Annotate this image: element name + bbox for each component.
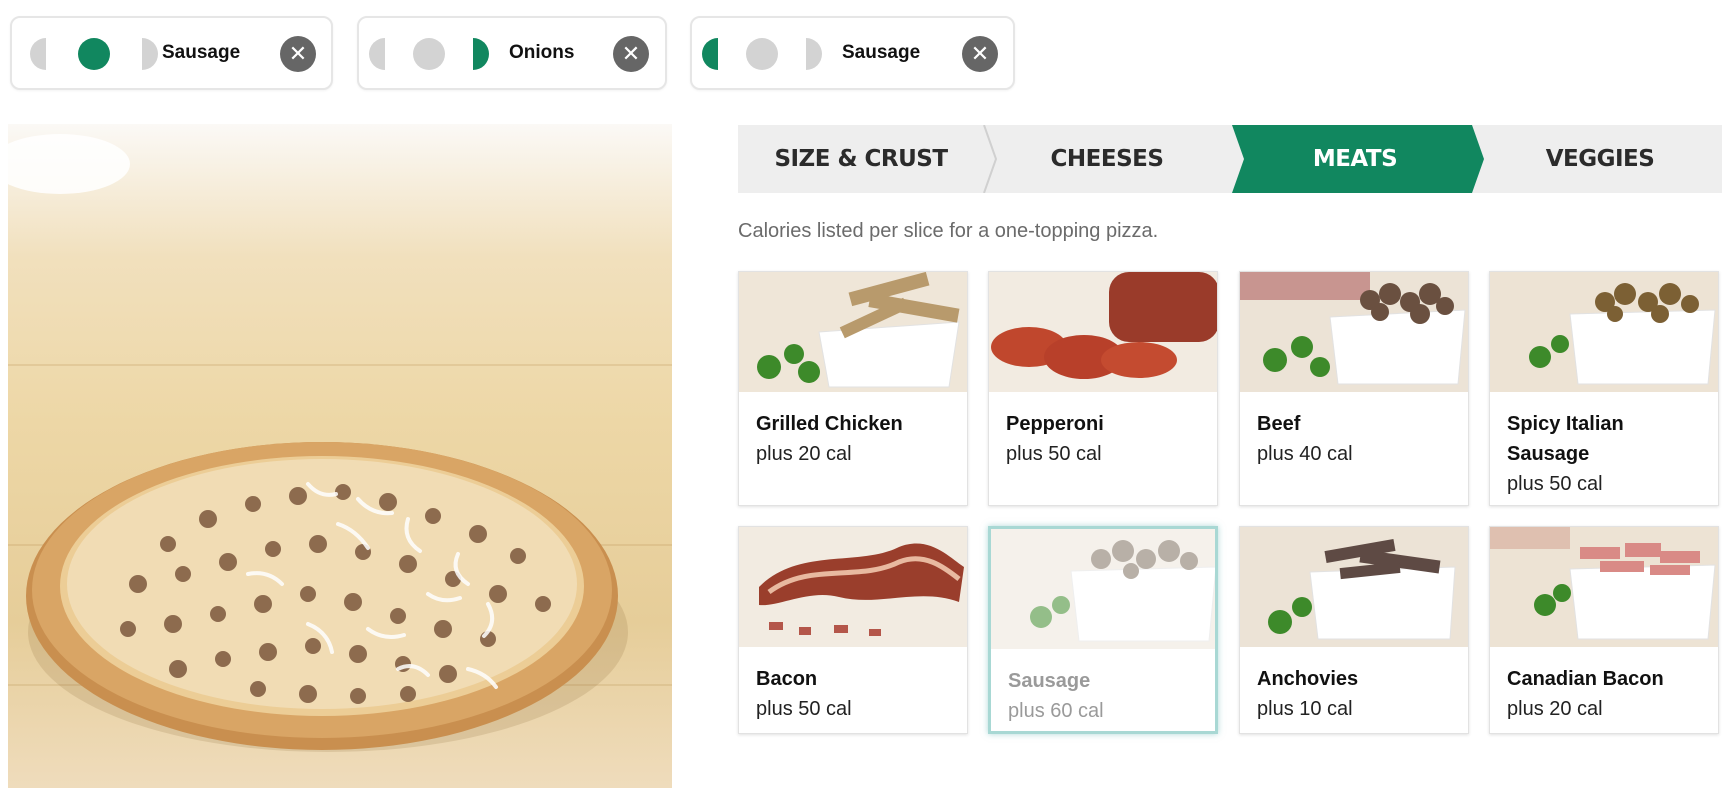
topping-card-bacon[interactable]: Bacon plus 50 cal — [738, 526, 968, 734]
sausage-photo — [991, 529, 1215, 649]
topping-calories: plus 20 cal — [1507, 698, 1603, 720]
topping-chip-sausage-left: Sausage ✕ — [690, 16, 1015, 90]
topping-calories: plus 20 cal — [756, 443, 852, 465]
tab-veggies[interactable]: VEGGIES — [1478, 125, 1722, 193]
close-icon[interactable]: ✕ — [613, 36, 649, 72]
topping-card-spicy-italian-sausage[interactable]: Spicy Italian Sausage plus 50 cal — [1489, 271, 1719, 506]
whole-portion-icon[interactable] — [413, 38, 445, 70]
pepperoni-photo — [989, 272, 1217, 392]
topping-name: Canadian Bacon — [1507, 668, 1664, 690]
left-half-portion-icon[interactable] — [369, 38, 401, 70]
grilled-chicken-photo — [739, 272, 967, 392]
topping-calories: plus 50 cal — [1006, 443, 1102, 465]
topping-name: Spicy Italian Sausage — [1507, 413, 1624, 465]
tab-cheeses[interactable]: CHEESES — [984, 125, 1230, 193]
topping-chip-label: Sausage — [162, 42, 241, 63]
topping-name: Pepperoni — [1006, 413, 1104, 435]
close-icon[interactable]: ✕ — [280, 36, 316, 72]
pizza-preview-image — [8, 124, 672, 788]
topping-chip-label: Sausage — [842, 42, 921, 63]
tab-size-crust[interactable]: SIZE & CRUST — [738, 125, 984, 193]
topping-card-grilled-chicken[interactable]: Grilled Chicken plus 20 cal — [738, 271, 968, 506]
tab-meats[interactable]: MEATS — [1232, 125, 1478, 193]
bacon-photo — [739, 527, 967, 647]
topping-name: Beef — [1257, 413, 1301, 435]
topping-calories: plus 60 cal — [1008, 700, 1104, 722]
topping-card-sausage[interactable]: Sausage plus 60 cal — [988, 526, 1218, 734]
whole-portion-icon[interactable] — [78, 38, 110, 70]
pizza-illustration — [8, 134, 628, 752]
topping-chip-label: Onions — [509, 42, 575, 63]
canadian-bacon-photo — [1490, 527, 1718, 647]
builder-step-tabs: SIZE & CRUST CHEESES MEATS VEGGIES — [738, 125, 1722, 193]
topping-calories: plus 50 cal — [1507, 473, 1603, 495]
topping-calories: plus 40 cal — [1257, 443, 1353, 465]
right-half-portion-icon[interactable] — [790, 38, 822, 70]
topping-chip-onions-right: Onions ✕ — [357, 16, 667, 90]
right-half-portion-icon[interactable] — [126, 38, 158, 70]
topping-chip-sausage-whole: Sausage ✕ — [10, 16, 333, 90]
spicy-italian-sausage-photo — [1490, 272, 1718, 392]
topping-card-pepperoni[interactable]: Pepperoni plus 50 cal — [988, 271, 1218, 506]
topping-card-canadian-bacon[interactable]: Canadian Bacon plus 20 cal — [1489, 526, 1719, 734]
topping-card-anchovies[interactable]: Anchovies plus 10 cal — [1239, 526, 1469, 734]
topping-card-beef[interactable]: Beef plus 40 cal — [1239, 271, 1469, 506]
topping-name: Bacon — [756, 668, 818, 690]
whole-portion-icon[interactable] — [746, 38, 778, 70]
beef-photo — [1240, 272, 1468, 392]
topping-name: Grilled Chicken — [756, 413, 903, 435]
close-icon[interactable]: ✕ — [962, 36, 998, 72]
topping-calories: plus 10 cal — [1257, 698, 1353, 720]
topping-name: Anchovies — [1257, 668, 1359, 690]
left-half-portion-icon[interactable] — [30, 38, 62, 70]
left-half-portion-icon[interactable] — [702, 38, 734, 70]
topping-calories: plus 50 cal — [756, 698, 852, 720]
topping-name: Sausage — [1008, 670, 1091, 692]
anchovies-photo — [1240, 527, 1468, 647]
right-half-portion-icon[interactable] — [457, 38, 489, 70]
calories-note: Calories listed per slice for a one-topp… — [738, 220, 1159, 242]
